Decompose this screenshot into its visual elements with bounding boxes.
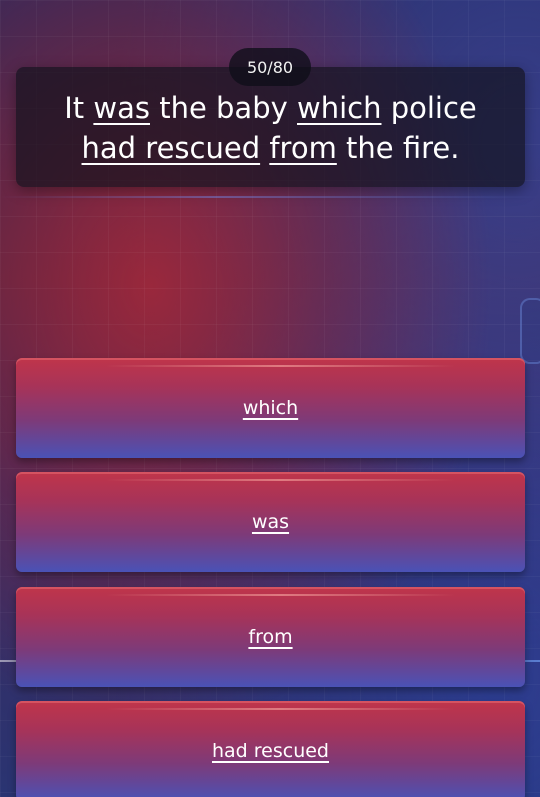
side-edge-tab	[520, 298, 540, 364]
question-segment: It	[64, 91, 94, 125]
question-segment: police	[381, 91, 477, 125]
answer-option-label: had rescued	[211, 740, 329, 762]
question-segment: the baby	[150, 91, 297, 125]
answer-option-label: from	[248, 626, 293, 648]
background-light-streak	[0, 196, 540, 198]
question-underlined-word: had rescued	[81, 131, 261, 165]
question-segment: the fire.	[336, 131, 460, 165]
question-underlined-word: from	[269, 131, 337, 165]
answer-option-was[interactable]: was	[16, 472, 525, 572]
question-counter: 50/80	[229, 48, 311, 86]
question-underlined-word: was	[93, 91, 150, 125]
answer-option-label: was	[251, 511, 290, 533]
question-segment	[260, 131, 269, 165]
question-underlined-word: which	[297, 91, 382, 125]
answer-option-label: which	[242, 397, 299, 419]
answer-option-had-rescued[interactable]: had rescued	[16, 701, 525, 797]
answer-option-from[interactable]: from	[16, 587, 525, 687]
question-text: It was the baby which police had rescued …	[16, 88, 525, 168]
answer-option-which[interactable]: which	[16, 358, 525, 458]
